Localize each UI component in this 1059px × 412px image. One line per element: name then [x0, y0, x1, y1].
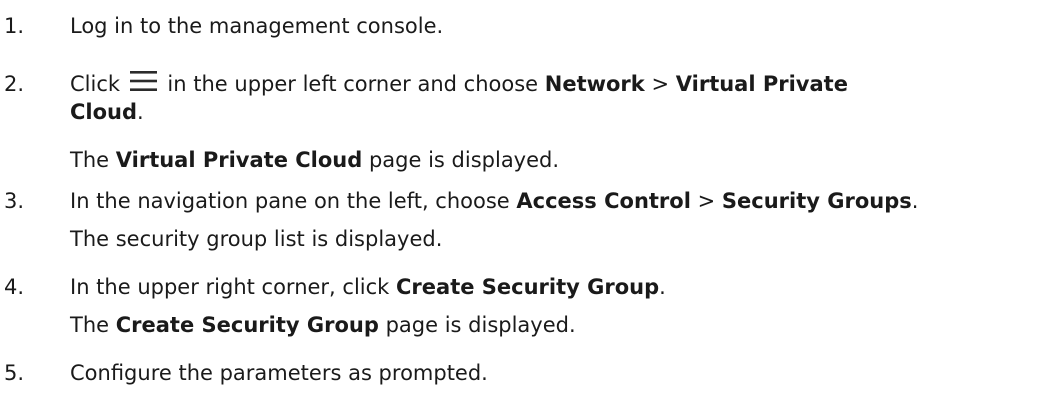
menu-path-network: Network: [544, 72, 645, 96]
step-text: Configure the parameters as prompted.: [70, 361, 488, 385]
step-number: 3.: [4, 189, 25, 213]
menu-path-vpc-cont: Cloud: [70, 100, 138, 124]
step-result: The Create Security Group page is displa…: [70, 313, 576, 337]
menu-path-access-control: Access Control: [516, 189, 691, 213]
step-number: 1.: [4, 14, 25, 38]
step-text: In the upper right corner, click Create …: [70, 275, 666, 299]
step-result: The Virtual Private Cloud page is displa…: [70, 148, 560, 172]
step-text-cont: Cloud.: [70, 100, 144, 124]
step-number: 2.: [4, 72, 25, 96]
menu-icon: [129, 71, 157, 91]
step-number: 4.: [4, 275, 25, 299]
step-text: In the navigation pane on the left, choo…: [70, 189, 919, 213]
step-text: Log in to the management console.: [70, 14, 444, 38]
page-name: Create Security Group: [115, 313, 379, 337]
page-name: Virtual Private Cloud: [115, 148, 363, 172]
step-number: 5.: [4, 361, 25, 385]
menu-path-security-groups: Security Groups: [721, 189, 912, 213]
create-security-group-label: Create Security Group: [396, 275, 660, 299]
step-text: Click in the upper left corner and choos…: [70, 71, 848, 96]
menu-path-vpc: Virtual Private: [675, 72, 848, 96]
step-result: The security group list is displayed.: [70, 227, 443, 251]
